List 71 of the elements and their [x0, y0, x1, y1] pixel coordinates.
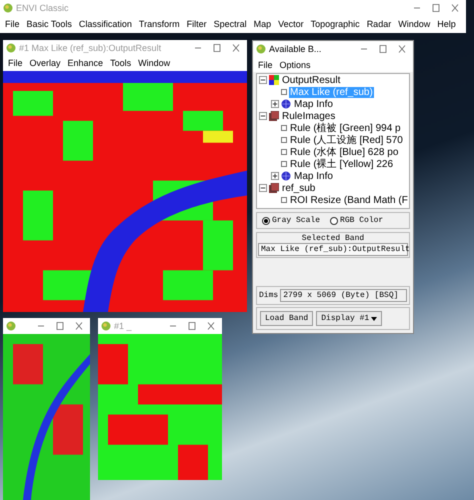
- menu-item[interactable]: Tools: [110, 58, 132, 68]
- maximize-button[interactable]: [378, 44, 388, 54]
- caret-icon: [371, 316, 378, 320]
- expand-icon[interactable]: [271, 172, 279, 180]
- window-title: #1 Max Like (ref_sub):OutputResult: [19, 42, 162, 53]
- maximize-button[interactable]: [431, 3, 441, 13]
- radio-label[interactable]: Gray Scale: [272, 216, 320, 225]
- menu-item[interactable]: Filter: [186, 18, 207, 28]
- close-button[interactable]: [74, 321, 84, 331]
- section-heading: Selected Band: [302, 234, 364, 243]
- menu-item[interactable]: Spectral: [214, 18, 247, 28]
- menu-item[interactable]: File: [5, 18, 20, 28]
- globe-icon: [281, 171, 291, 181]
- collapse-icon[interactable]: [259, 184, 267, 192]
- menu-item[interactable]: Help: [437, 18, 456, 28]
- window-title: Available B...: [269, 44, 322, 54]
- tree-item[interactable]: ROI Resize (Band Math (F: [289, 194, 409, 206]
- menu-item[interactable]: File: [8, 58, 23, 68]
- radio-button[interactable]: [262, 216, 270, 224]
- dims-label: Dims: [259, 291, 278, 300]
- close-button[interactable]: [231, 42, 241, 53]
- maximize-button[interactable]: [55, 321, 65, 331]
- band-icon: [281, 197, 287, 203]
- globe-icon: [256, 44, 266, 54]
- display-dropdown[interactable]: Display #1: [316, 311, 382, 326]
- menu-item[interactable]: Basic Tools: [26, 18, 72, 28]
- tree-item[interactable]: Map Info: [293, 98, 334, 110]
- window-title: ENVI Classic: [16, 3, 70, 13]
- menu-item[interactable]: Classification: [78, 18, 132, 28]
- globe-icon: [6, 321, 16, 331]
- menu-item[interactable]: Options: [280, 60, 311, 70]
- dims-field: 2799 x 5069 (Byte) [BSQ]: [280, 289, 407, 302]
- globe-icon: [281, 99, 291, 109]
- close-button[interactable]: [206, 321, 216, 331]
- load-band-button[interactable]: Load Band: [260, 311, 314, 326]
- expand-icon[interactable]: [271, 100, 279, 108]
- tree-item[interactable]: ref_sub: [281, 182, 316, 194]
- menu-item[interactable]: Vector: [278, 18, 304, 28]
- globe-icon: [6, 42, 16, 53]
- radio-label[interactable]: RGB Color: [340, 216, 384, 225]
- tree-item[interactable]: OutputResult: [281, 74, 342, 86]
- menu-item[interactable]: Window: [398, 18, 430, 28]
- menu-item[interactable]: Overlay: [30, 58, 61, 68]
- tree-item[interactable]: RuleImages: [281, 110, 336, 122]
- menu-item[interactable]: Radar: [366, 18, 392, 28]
- menu-item[interactable]: Window: [138, 58, 170, 68]
- menu-item[interactable]: Map: [254, 18, 272, 28]
- selected-band-field: Max Like (ref_sub):OutputResult: [258, 243, 408, 256]
- tree-item[interactable]: Rule (裸土 [Yellow] 226: [289, 157, 394, 171]
- tree-item[interactable]: Rule (水体 [Blue] 628 po: [289, 145, 400, 159]
- globe-icon: [101, 321, 111, 331]
- raster-icon: [269, 75, 279, 85]
- stack-icon: [269, 111, 279, 121]
- stack-icon: [269, 183, 279, 193]
- tree-item[interactable]: Rule (植被 [Green] 994 p: [289, 121, 402, 135]
- maximize-button[interactable]: [187, 321, 197, 331]
- menu-item[interactable]: Transform: [138, 18, 180, 28]
- band-icon: [281, 89, 287, 95]
- close-button[interactable]: [450, 3, 460, 13]
- window-title: #1 _: [114, 321, 133, 331]
- collapse-icon[interactable]: [259, 76, 267, 84]
- menu-item[interactable]: File: [258, 60, 273, 70]
- collapse-icon[interactable]: [259, 112, 267, 120]
- close-button[interactable]: [397, 44, 407, 54]
- tree-item[interactable]: Map Info: [293, 170, 334, 182]
- tree-item[interactable]: Rule (人工设施 [Red] 570: [289, 133, 404, 147]
- radio-button[interactable]: [330, 216, 338, 224]
- menu-item[interactable]: Topographic: [310, 18, 360, 28]
- globe-icon: [3, 3, 13, 13]
- menu-item[interactable]: Enhance: [68, 58, 104, 68]
- maximize-button[interactable]: [212, 42, 222, 53]
